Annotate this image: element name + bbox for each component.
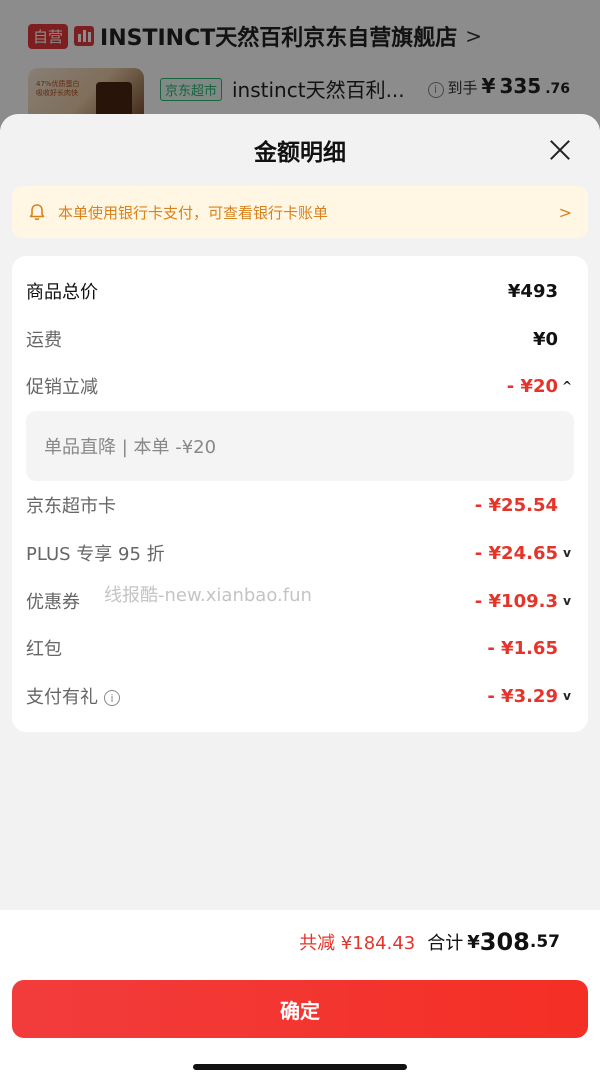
watermark-text: 线报酷-new.xianbao.fun	[104, 585, 312, 606]
row-value: - ¥20 ^	[507, 376, 574, 397]
row-supermarket-card: 京东超市卡 - ¥25.54	[26, 489, 574, 521]
row-value: - ¥109.3 v	[475, 591, 574, 612]
row-value: ¥0	[532, 328, 558, 350]
row-value: - ¥24.65 v	[475, 543, 574, 564]
row-value: ¥493	[507, 280, 558, 302]
chevron-down-icon[interactable]: v	[560, 594, 574, 608]
total-saved: 共减 ¥184.43	[299, 933, 416, 954]
row-plus-discount[interactable]: PLUS 专享 95 折 - ¥24.65 v	[26, 537, 574, 569]
notice-text: 本单使用银行卡支付，可查看银行卡账单	[58, 203, 329, 222]
total-yen: ¥	[467, 931, 480, 953]
background-page: 自营 INSTINCT天然百利京东自营旗舰店 > 47%优质蛋白 吸收好长肉快 …	[0, 0, 600, 130]
amount-card: 商品总价 ¥493 运费 ¥0 促销立减 - ¥20 ^ 单品直降 | 本单 -¥…	[12, 256, 588, 732]
row-shipping: 运费 ¥0	[26, 323, 574, 355]
promo-detail-box: 单品直降 | 本单 -¥20	[26, 411, 574, 481]
row-label: PLUS 专享 95 折	[26, 544, 165, 565]
row-amount: - ¥3.29	[487, 685, 558, 707]
bank-card-notice[interactable]: 本单使用银行卡支付，可查看银行卡账单 >	[12, 186, 588, 238]
row-label: 促销立减	[26, 377, 98, 398]
row-label: 支付有礼	[26, 687, 98, 708]
chevron-down-icon[interactable]: v	[560, 546, 574, 560]
amount-detail-sheet: 金额明细 本单使用银行卡支付，可查看银行卡账单 > 商品总价 ¥493 运费 ¥…	[0, 114, 600, 1079]
row-value: - ¥25.54	[474, 494, 558, 516]
chevron-down-icon[interactable]: v	[560, 689, 574, 703]
row-value: - ¥1.65	[487, 637, 558, 659]
chevron-up-icon[interactable]: ^	[560, 379, 574, 393]
row-amount: - ¥24.65	[474, 542, 558, 564]
chevron-right-icon: >	[558, 202, 572, 222]
row-goods-total: 商品总价 ¥493	[26, 275, 574, 307]
row-red-packet: 红包 - ¥1.65	[26, 632, 574, 664]
confirm-area: 确定	[0, 974, 600, 1079]
row-label: 运费	[26, 330, 62, 351]
row-amount: - ¥20	[506, 375, 558, 397]
row-label: 优惠券	[26, 592, 80, 613]
row-label: 红包	[26, 639, 62, 660]
info-icon[interactable]: i	[104, 690, 120, 706]
close-icon[interactable]	[546, 136, 574, 164]
row-label-wrap: 支付有礼 i	[26, 683, 120, 709]
row-label: 京东超市卡	[26, 496, 116, 517]
confirm-button[interactable]: 确定	[12, 980, 588, 1038]
sheet-header: 金额明细	[0, 114, 600, 186]
overlay-mask[interactable]	[0, 0, 600, 130]
promo-detail-text: 单品直降 | 本单 -¥20	[44, 437, 217, 458]
sheet-title: 金额明细	[254, 140, 346, 166]
row-label: 商品总价	[26, 282, 98, 303]
total-decimal: .57	[529, 932, 560, 952]
bell-icon	[28, 203, 46, 221]
row-value: - ¥3.29 v	[487, 686, 574, 707]
row-amount: - ¥109.3	[474, 590, 558, 612]
total-label: 合计	[427, 933, 464, 954]
row-payment-gift[interactable]: 支付有礼 i - ¥3.29 v	[26, 680, 574, 712]
row-promo-discount[interactable]: 促销立减 - ¥20 ^	[26, 370, 574, 402]
home-indicator	[193, 1064, 407, 1070]
summary-bar: 共减 ¥184.43 合计 ¥308.57	[0, 910, 600, 974]
total-integer: 308	[479, 928, 530, 956]
